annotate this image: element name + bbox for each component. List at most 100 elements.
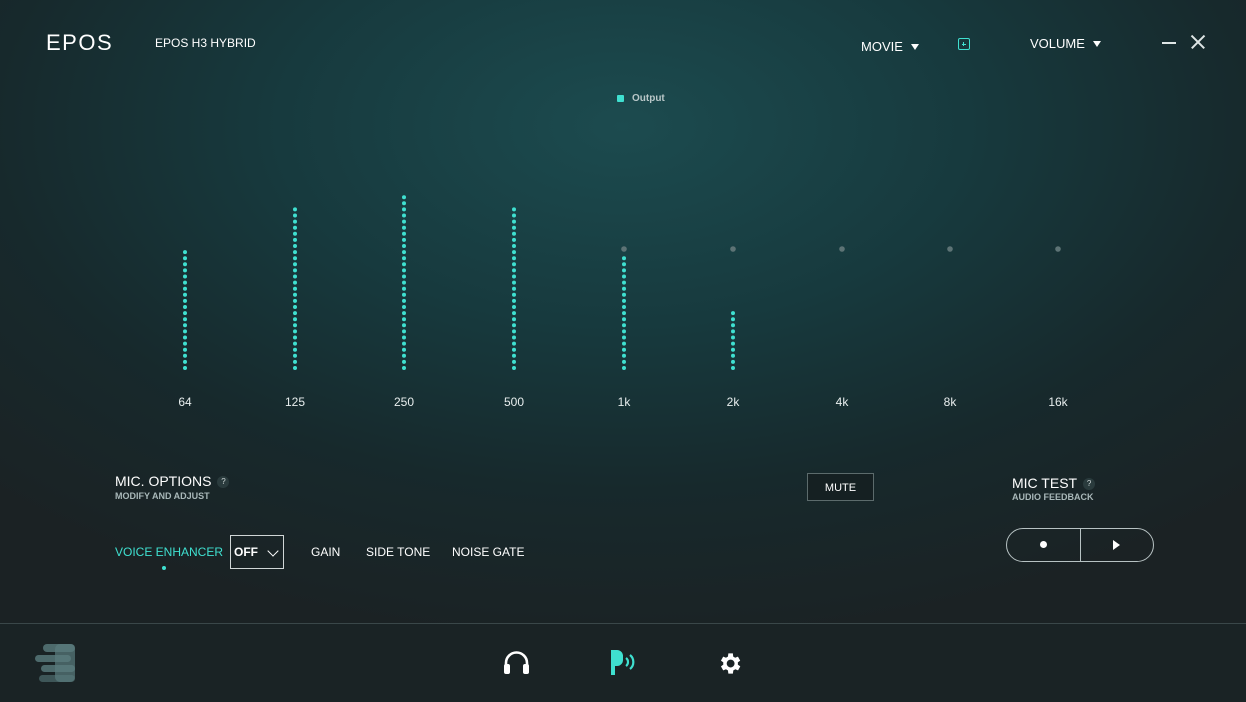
eq-frequency-label: 125 [284, 395, 306, 409]
eq-dot [731, 341, 735, 346]
eq-dot [731, 347, 735, 352]
eq-dot [731, 323, 735, 328]
eq-dot [293, 353, 297, 358]
eq-dot [183, 311, 187, 316]
eq-band-handle [839, 246, 845, 252]
eq-band-4k[interactable] [839, 246, 845, 252]
eq-band-500[interactable] [512, 207, 516, 370]
footer-nav [0, 623, 1246, 702]
eq-dot [622, 256, 626, 261]
voice-enhancer-select[interactable]: OFF [230, 535, 284, 569]
eq-band-8k[interactable] [947, 246, 953, 252]
eq-dot [512, 366, 516, 370]
headphones-icon[interactable] [503, 651, 530, 675]
eq-dot [512, 292, 516, 297]
eq-dot [512, 244, 516, 248]
eq-dot [402, 359, 406, 364]
eq-dot [293, 341, 297, 346]
eq-dot [731, 335, 735, 340]
eq-band-handle [1055, 246, 1061, 252]
active-tab-indicator [162, 566, 166, 570]
eq-dot [512, 213, 516, 218]
help-icon[interactable]: ? [1083, 478, 1096, 491]
eq-dot [512, 341, 516, 346]
menu-stack-icon[interactable] [35, 644, 77, 684]
voice-enhancer-value: OFF [234, 545, 258, 559]
eq-dot [183, 341, 187, 346]
help-icon[interactable]: ? [217, 476, 230, 489]
eq-dot [731, 317, 735, 322]
eq-band-2k[interactable] [730, 246, 736, 370]
microphone-voice-icon[interactable] [609, 650, 637, 676]
eq-dot [402, 213, 406, 218]
eq-dot [402, 305, 406, 309]
eq-dot [512, 286, 516, 291]
eq-dot [293, 323, 297, 328]
eq-dot [183, 268, 187, 273]
tab-gain[interactable]: GAIN [311, 545, 340, 559]
eq-dot [183, 298, 187, 303]
tab-noise-gate[interactable]: NOISE GATE [452, 545, 524, 559]
eq-band-16k[interactable] [1055, 246, 1061, 252]
eq-dot [293, 225, 297, 230]
eq-dot [402, 274, 406, 279]
eq-dot [293, 274, 297, 279]
eq-frequency-label: 4k [835, 395, 849, 409]
eq-dot [622, 262, 626, 267]
eq-dot [402, 341, 406, 346]
eq-dot [183, 335, 187, 340]
eq-dot [731, 366, 735, 370]
eq-dot [622, 274, 626, 279]
mic-options-title: MIC. OPTIONS? [115, 473, 230, 489]
chevron-down-icon [267, 545, 279, 557]
eq-dot [293, 237, 297, 242]
eq-band-125[interactable] [293, 207, 297, 370]
eq-dot [402, 298, 406, 303]
eq-dot [512, 335, 516, 340]
eq-dot [183, 347, 187, 352]
eq-dot [622, 366, 626, 370]
eq-band-250[interactable] [402, 195, 406, 370]
eq-dot [293, 250, 297, 255]
eq-dot [402, 231, 406, 236]
eq-band-1k[interactable] [621, 246, 627, 370]
eq-dot [293, 335, 297, 340]
mute-button[interactable]: MUTE [807, 473, 874, 501]
eq-dot [622, 347, 626, 352]
eq-dot [512, 250, 516, 255]
mic-options-title-text: MIC. OPTIONS [115, 473, 212, 489]
eq-dot [402, 201, 406, 206]
eq-dot [183, 317, 187, 322]
eq-dot [402, 286, 406, 291]
eq-dot [293, 347, 297, 352]
eq-dot [293, 317, 297, 322]
eq-dot [183, 250, 187, 255]
play-button[interactable] [1081, 529, 1153, 561]
eq-dot [293, 329, 297, 334]
eq-dot [622, 292, 626, 297]
eq-dot [293, 298, 297, 303]
eq-dot [293, 207, 297, 212]
record-icon [1040, 541, 1047, 548]
eq-dot [512, 280, 516, 285]
eq-dot [731, 329, 735, 334]
record-button[interactable] [1007, 529, 1080, 561]
eq-dot [622, 286, 626, 291]
eq-dot [183, 353, 187, 358]
eq-dot [512, 219, 516, 224]
tab-voice-enhancer[interactable]: VOICE ENHANCER [115, 545, 223, 559]
eq-dot [622, 323, 626, 328]
eq-dot [731, 311, 735, 316]
eq-dot [402, 250, 406, 255]
eq-dot [402, 366, 406, 370]
tab-side-tone[interactable]: SIDE TONE [366, 545, 430, 559]
eq-dot [293, 244, 297, 248]
mic-options-subtitle: MODIFY AND ADJUST [115, 491, 210, 501]
eq-dot [293, 311, 297, 316]
eq-dot [402, 280, 406, 285]
eq-dot [512, 262, 516, 267]
gear-icon[interactable] [716, 650, 743, 677]
eq-frequency-label: 250 [393, 395, 415, 409]
equalizer-chart[interactable] [0, 0, 1246, 420]
eq-band-64[interactable] [183, 250, 187, 370]
